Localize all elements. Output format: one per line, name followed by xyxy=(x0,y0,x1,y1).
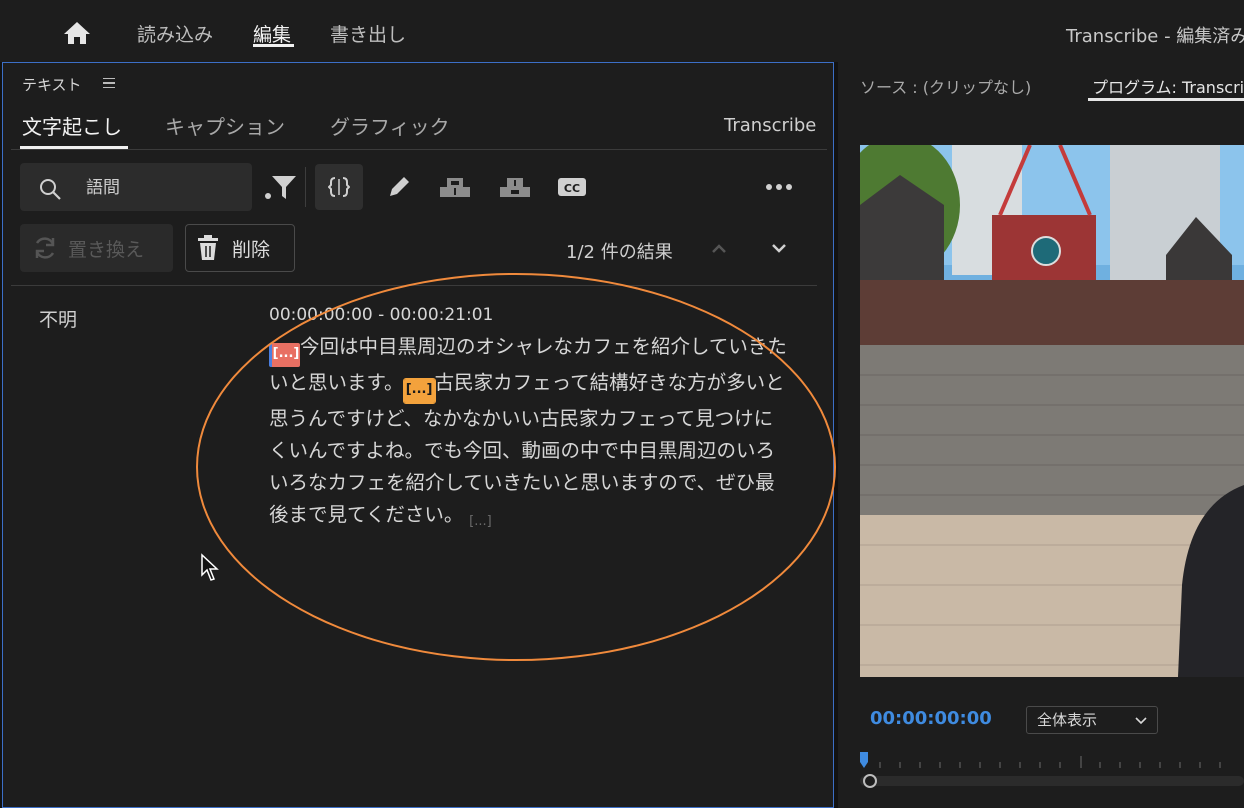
create-captions-button[interactable]: CC xyxy=(548,164,596,210)
merge-up-button[interactable] xyxy=(431,164,479,210)
program-monitor-panel: ソース : (クリップなし) プログラム: Transcribe xyxy=(838,62,1244,808)
more-icon xyxy=(766,184,792,190)
chevron-up-icon[interactable] xyxy=(707,238,731,258)
delete-button[interactable]: 削除 xyxy=(185,224,295,272)
edit-button[interactable] xyxy=(375,164,423,210)
replace-label: 置き換え xyxy=(68,238,145,261)
text-panel: テキスト 文字起こし キャプション グラフィック Transcribe 語間 C… xyxy=(2,62,836,808)
tab-divider xyxy=(11,149,827,150)
more-options-button[interactable] xyxy=(755,164,803,210)
zoom-level-value: 全体表示 xyxy=(1037,711,1098,729)
refresh-icon xyxy=(35,237,55,259)
nav-import[interactable]: 読み込み xyxy=(137,20,213,47)
timeline-ruler[interactable] xyxy=(860,748,1244,808)
split-icon xyxy=(328,177,350,197)
search-icon xyxy=(40,179,61,200)
tab-captions[interactable]: キャプション xyxy=(165,111,285,140)
trash-icon xyxy=(198,235,218,260)
search-results-count: 1/2 件の結果 xyxy=(566,242,673,263)
tab-graphics[interactable]: グラフィック xyxy=(330,111,450,140)
filter-icon xyxy=(265,176,296,199)
cc-icon: CC xyxy=(558,178,586,196)
search-field[interactable]: 語間 xyxy=(20,163,252,211)
tab-transcript[interactable]: 文字起こし xyxy=(22,111,122,140)
nav-export[interactable]: 書き出し xyxy=(330,20,406,47)
scroll-handle xyxy=(863,774,877,788)
sequence-name: Transcribe xyxy=(724,115,817,136)
tab-source[interactable]: ソース : (クリップなし) xyxy=(860,74,1031,98)
merge-down-icon xyxy=(500,178,530,197)
replace-button[interactable]: 置き換え xyxy=(20,224,173,272)
highlight-annotation xyxy=(196,273,836,661)
panel-menu-icon[interactable] xyxy=(103,78,115,88)
app-title: Transcribe - 編集済み xyxy=(1066,26,1244,47)
speaker-label[interactable]: 不明 xyxy=(39,305,77,332)
filter-button[interactable] xyxy=(257,164,305,210)
nav-edit[interactable]: 編集 xyxy=(253,20,291,47)
top-nav: 読み込み 編集 書き出し Transcribe - 編集済み xyxy=(0,0,1244,62)
toolbar-divider xyxy=(305,167,306,207)
playhead-marker xyxy=(860,752,868,768)
home-icon[interactable] xyxy=(62,20,92,46)
chevron-down-icon[interactable] xyxy=(767,238,791,258)
zoom-level-select[interactable]: 全体表示 xyxy=(1026,706,1158,734)
panel-title: テキスト xyxy=(22,76,82,94)
svg-text:CC: CC xyxy=(564,182,580,195)
mouse-cursor-icon xyxy=(201,553,219,581)
playhead-timecode[interactable]: 00:00:00:00 xyxy=(870,708,992,729)
split-segment-button[interactable] xyxy=(315,164,363,210)
nav-active-indicator xyxy=(253,44,294,47)
tab-program[interactable]: プログラム: Transcribe xyxy=(1092,74,1244,98)
chevron-down-icon xyxy=(1135,717,1147,725)
merge-down-button[interactable] xyxy=(491,164,539,210)
video-preview xyxy=(860,145,1244,677)
delete-label: 削除 xyxy=(232,238,271,261)
video-frame-image xyxy=(860,145,1244,677)
pencil-icon xyxy=(390,177,409,196)
search-input[interactable]: 語間 xyxy=(86,173,120,198)
merge-up-icon xyxy=(440,178,470,197)
program-tab-indicator xyxy=(1088,98,1244,101)
